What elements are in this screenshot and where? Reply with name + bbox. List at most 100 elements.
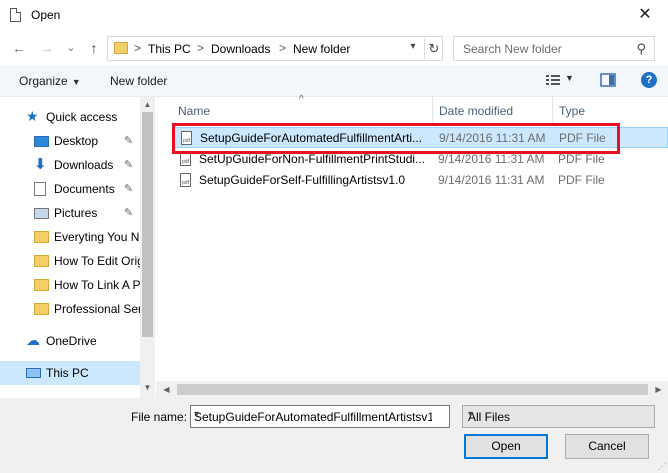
resize-grip-icon[interactable]: ⋰ xyxy=(658,462,666,471)
sidebar-item-label: Quick access xyxy=(46,110,118,124)
address-bar[interactable]: > This PC > Downloads > New folder ▾ ↻ xyxy=(107,36,443,61)
sidebar-item-quick-access[interactable]: ★ Quick access xyxy=(0,105,140,129)
scrollbar-thumb[interactable] xyxy=(142,112,153,337)
column-header-label: Type xyxy=(559,104,586,118)
highlight-box xyxy=(172,123,620,154)
search-box[interactable]: Search New folder ⚲ xyxy=(453,36,655,61)
scroll-right-icon[interactable]: ▶ xyxy=(651,382,666,397)
column-header-type[interactable]: Type xyxy=(553,97,668,123)
breadcrumb-this-pc[interactable]: This PC xyxy=(148,42,191,56)
chevron-down-icon: ▼ xyxy=(565,73,574,83)
help-icon[interactable]: ? xyxy=(641,72,657,88)
breadcrumb-separator: > xyxy=(197,41,205,55)
preview-pane-icon xyxy=(600,73,616,87)
organize-label: Organize xyxy=(19,74,68,88)
scrollbar-thumb[interactable] xyxy=(177,384,648,395)
sidebar-item-label: Professional Serv xyxy=(54,302,140,316)
file-type-select[interactable]: All Files ▾ xyxy=(462,405,655,428)
title-bar: Open ✕ xyxy=(0,0,668,31)
preview-pane-button[interactable] xyxy=(600,73,616,90)
sidebar-item-label: How To Edit Orig xyxy=(54,254,140,268)
new-folder-button[interactable]: New folder xyxy=(110,74,167,88)
pin-icon: ✎ xyxy=(124,183,134,195)
recent-locations-button[interactable]: ⌄ xyxy=(62,39,80,57)
file-date: 9/14/2016 11:31 AM xyxy=(438,173,545,187)
pin-icon: ✎ xyxy=(124,159,134,171)
cancel-button[interactable]: Cancel xyxy=(565,434,649,459)
forward-button[interactable]: → xyxy=(38,39,56,57)
breadcrumb-separator: > xyxy=(279,41,287,55)
this-pc-icon xyxy=(26,368,41,378)
back-button[interactable]: ← xyxy=(10,39,28,57)
breadcrumb-separator: > xyxy=(134,41,142,55)
file-name: SetupGuideForSelf-FulfillingArtistsv1.0 xyxy=(199,173,406,187)
folder-icon xyxy=(34,231,49,243)
sidebar-item-documents[interactable]: Documents ✎ xyxy=(0,177,140,201)
file-type: PDF File xyxy=(558,173,605,187)
chevron-down-icon[interactable]: ▾ xyxy=(404,41,422,52)
organize-button[interactable]: Organize ▼ xyxy=(19,74,81,88)
downloads-icon: ⬇ xyxy=(34,156,47,173)
sidebar-item-onedrive[interactable]: ☁ OneDrive xyxy=(0,329,140,353)
column-header-label: Name xyxy=(178,104,211,118)
navigation-pane: ★ Quick access Desktop ✎ ⬇ Downloads ✎ D… xyxy=(0,97,155,398)
chevron-down-icon: ▼ xyxy=(71,77,81,87)
file-name: SetUpGuideForNon-FulfillmentPrintStudi..… xyxy=(199,152,426,166)
desktop-icon xyxy=(34,136,49,147)
pdf-file-icon: pdf xyxy=(180,152,191,166)
pin-icon: ✎ xyxy=(124,135,134,147)
sidebar-item-label: How To Link A P xyxy=(54,278,140,292)
sidebar-item-this-pc[interactable]: This PC xyxy=(0,361,140,385)
column-header-date[interactable]: Date modified xyxy=(433,97,553,123)
column-header-name[interactable]: Name xyxy=(156,97,433,123)
star-icon: ★ xyxy=(26,108,39,124)
sidebar-item-label: This PC xyxy=(46,366,89,380)
chevron-down-icon: ▾ xyxy=(468,409,474,420)
view-options-button[interactable]: ▼ xyxy=(545,73,574,90)
file-date: 9/14/2016 11:31 AM xyxy=(438,152,545,166)
folder-icon xyxy=(114,42,128,54)
search-icon: ⚲ xyxy=(636,41,646,56)
window-title: Open xyxy=(31,8,61,22)
folder-icon xyxy=(34,279,49,291)
sidebar-item-label: Desktop xyxy=(54,134,99,148)
file-row[interactable]: pdf SetupGuideForSelf-FulfillingArtistsv… xyxy=(172,170,668,191)
command-bar: Organize ▼ New folder ▼ ? xyxy=(0,65,668,97)
folder-icon xyxy=(34,303,49,315)
sidebar-item-pictures[interactable]: Pictures ✎ xyxy=(0,201,140,225)
scroll-left-icon[interactable]: ◀ xyxy=(159,382,174,397)
column-header-label: Date modified xyxy=(439,104,514,118)
sidebar-scrollbar[interactable]: ▲ ▼ xyxy=(140,97,155,398)
pin-icon: ✎ xyxy=(124,207,134,219)
chevron-down-icon[interactable]: ▾ xyxy=(194,409,432,420)
dialog-footer: File name: SetupGuideForAutomatedFulfill… xyxy=(0,398,668,473)
sidebar-item-downloads[interactable]: ⬇ Downloads ✎ xyxy=(0,153,140,177)
sidebar-item-label: Pictures xyxy=(54,206,98,220)
sidebar-item-label: OneDrive xyxy=(46,334,97,348)
close-button[interactable]: ✕ xyxy=(630,3,660,27)
open-button[interactable]: Open xyxy=(464,434,548,459)
documents-icon xyxy=(34,182,46,196)
sidebar-item-label: Downloads xyxy=(54,158,114,172)
scroll-up-icon[interactable]: ▲ xyxy=(140,97,155,112)
breadcrumb-downloads[interactable]: Downloads xyxy=(211,42,270,56)
navigation-bar: ← → ⌄ ↑ > This PC > Downloads > New fold… xyxy=(0,31,668,65)
up-button[interactable]: ↑ xyxy=(85,39,103,57)
sidebar-item-desktop[interactable]: Desktop ✎ xyxy=(0,129,140,153)
sidebar-item-folder[interactable]: Professional Serv xyxy=(0,297,140,321)
scroll-down-icon[interactable]: ▼ xyxy=(140,380,155,395)
folder-icon xyxy=(34,255,49,267)
file-type: PDF File xyxy=(558,152,605,166)
sidebar-item-label: Documents xyxy=(54,182,115,196)
sidebar-item-folder[interactable]: How To Edit Orig xyxy=(0,249,140,273)
sidebar-item-folder[interactable]: How To Link A P xyxy=(0,273,140,297)
sidebar-item-folder[interactable]: Everyting You Ne xyxy=(0,225,140,249)
search-input[interactable]: Search New folder xyxy=(463,42,562,56)
pictures-icon xyxy=(34,208,49,219)
file-name-label: File name: xyxy=(131,410,188,424)
pdf-file-icon: pdf xyxy=(180,173,191,187)
horizontal-scrollbar[interactable]: ◀ ▶ xyxy=(156,381,668,398)
refresh-button[interactable]: ↻ xyxy=(424,38,443,59)
breadcrumb-new-folder[interactable]: New folder xyxy=(293,42,350,56)
file-name-field[interactable]: SetupGuideForAutomatedFulfillmentArtists… xyxy=(190,405,450,428)
